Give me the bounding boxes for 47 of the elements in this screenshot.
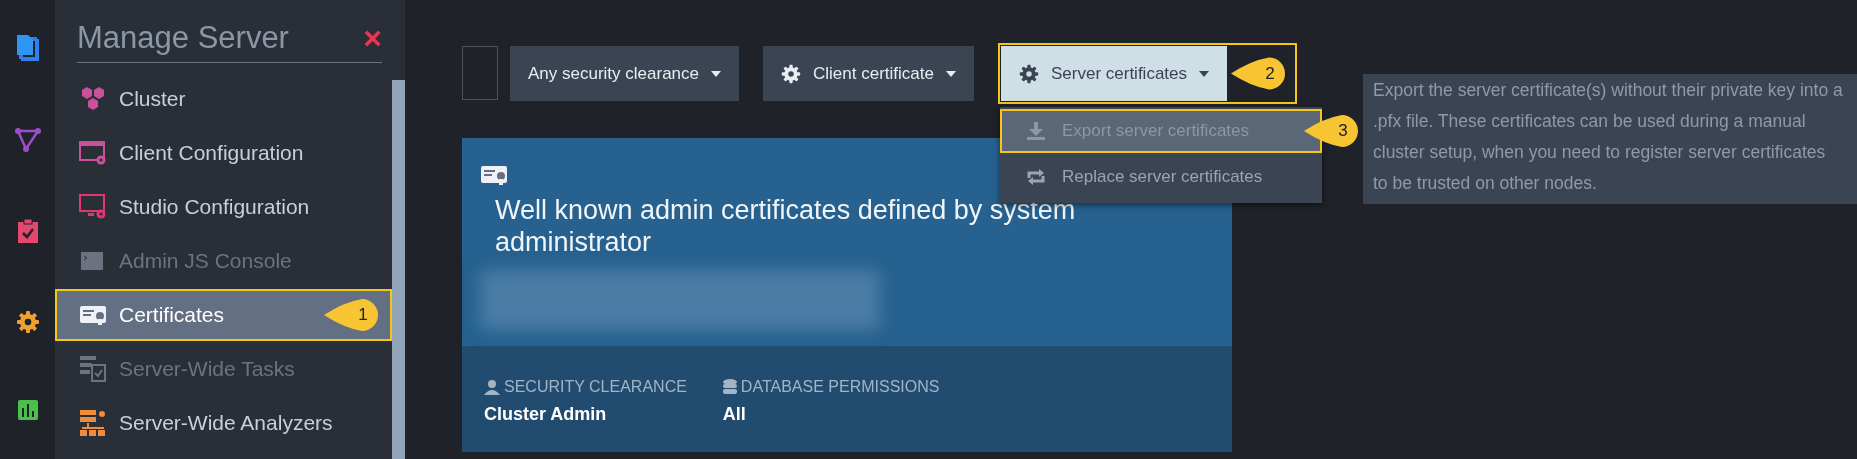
refresh-icon [1025,167,1046,187]
menu-item-label: Studio Configuration [119,195,310,219]
terminal-icon [80,251,106,271]
clipboard-check-icon[interactable] [16,218,39,244]
dropdown-button[interactable]: Server certificates [1000,46,1227,101]
menu-item-label: Server-Wide Analyzers [119,411,333,435]
field-value: All [722,404,747,425]
menu-item[interactable]: Certificates 1 [55,289,392,341]
tooltip: Export the server certificate(s) without their private key into a .pfx file. These certificates can be used during a manual cluster setup, when you need to register server certificates to be trusted on other nodes. [1363,74,1857,204]
monitor-gear-icon [79,194,107,220]
menu-item[interactable]: Studio Configuration [55,181,392,233]
field-value: Cluster Admin [484,404,608,425]
menu-item[interactable]: Cluster [55,73,392,125]
menu-item[interactable]: Server-Wide Analyzers [55,397,392,449]
server-tree-icon [79,409,107,437]
field-label: SECURITY CLEARANCE [504,378,687,396]
menu-item-label: Certificates [119,303,225,327]
graph-nodes-icon[interactable] [14,128,41,152]
database-icon [722,379,737,395]
dropdown-button[interactable]: Any security clearance [510,46,740,101]
menu-item-label: Server-Wide Tasks [119,357,295,381]
caret-icon [1199,70,1209,77]
gear-icon [1018,63,1039,84]
panel-title: Manage Server [77,20,289,56]
menu-item-label: Admin JS Console [119,249,292,273]
task-list-icon [79,355,107,383]
caret-icon [711,70,722,77]
menu-option-label: Replace server certificates [1061,167,1263,187]
bar-chart-icon[interactable] [17,400,38,420]
gear-icon [781,63,802,84]
hexagons-icon [80,86,106,112]
window-gear-icon [79,141,107,165]
scrollbar-thumb[interactable] [392,80,405,459]
download-icon [1025,121,1046,141]
documents-icon[interactable] [15,34,40,62]
field-label: DATABASE PERMISSIONS [740,378,940,396]
certificate-icon [480,164,508,186]
callout-badge: 2 [1231,56,1287,91]
menu-item-label: Client Configuration [119,141,304,165]
menu-item-label: Cluster [119,87,186,111]
user-icon [484,379,500,395]
caret-icon [945,70,956,77]
dropdown-button[interactable]: Client certificate [763,46,974,101]
settings-icon [15,310,40,334]
callout-badge: 1 [324,298,380,332]
menu-item[interactable]: Client Configuration [55,127,392,179]
certificate-icon [79,304,107,326]
